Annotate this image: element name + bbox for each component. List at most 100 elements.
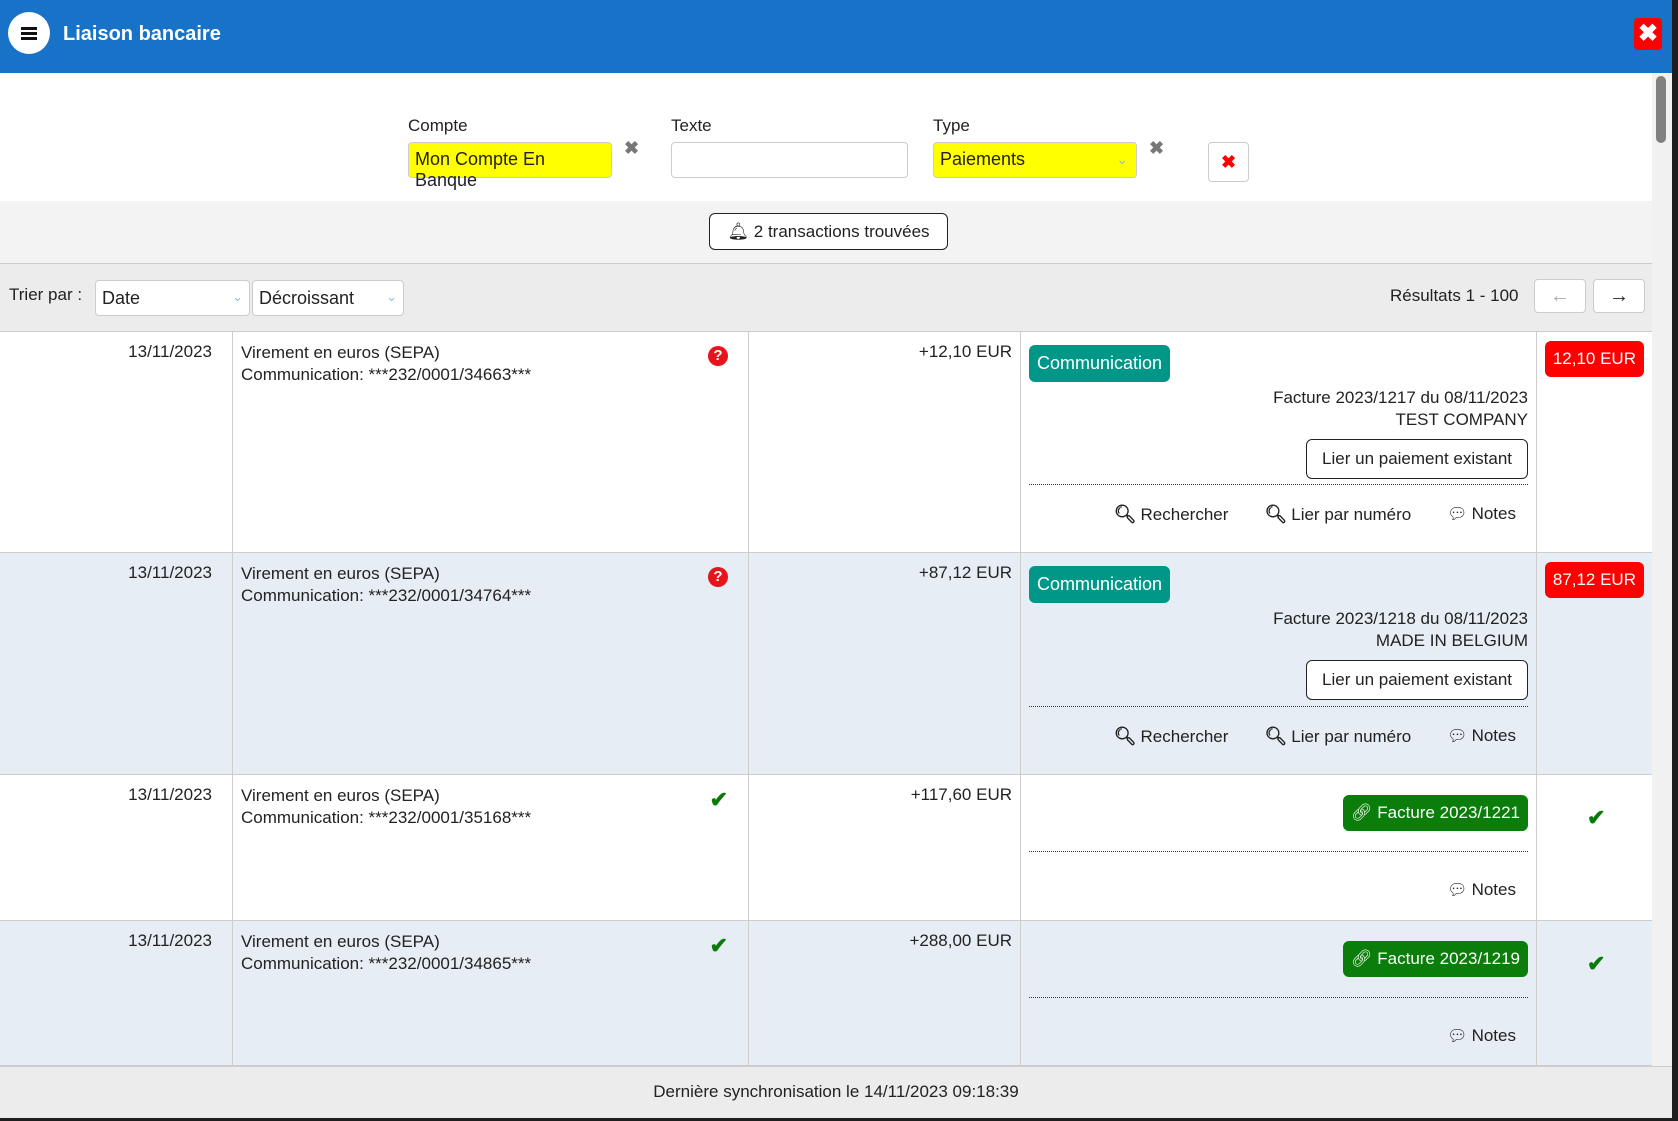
row-date: 13/11/2023 (0, 775, 233, 920)
page-title: Liaison bancaire (63, 23, 221, 45)
invoice-ref: Facture 2023/1218 du 08/11/2023 (1273, 609, 1528, 628)
remaining-amount-badge: 12,10 EUR (1544, 341, 1644, 377)
close-button[interactable]: ✖ (1634, 18, 1662, 50)
notes-button[interactable]: 💬︎ Notes (1447, 504, 1516, 525)
prev-page-button[interactable]: ← (1534, 279, 1586, 313)
close-icon: ✖ (1637, 20, 1659, 47)
type-clear-icon[interactable]: ✖ (1149, 138, 1164, 159)
sort-bar: Trier par : Date ⌄ Décroissant ⌄ Résultats… (0, 264, 1652, 332)
invoice-ref: Facture 2023/1217 du 08/11/2023 (1273, 388, 1528, 407)
scrollbar-thumb[interactable] (1656, 76, 1666, 143)
filter-panel: Compte Mon Compte En Banque ✖ Texte Type… (0, 73, 1652, 201)
sort-field-select[interactable]: Date ⌄ (95, 280, 250, 316)
check-icon: ✔ (709, 933, 728, 958)
divider (1029, 706, 1528, 707)
row-description: Virement en euros (SEPA) Communication: … (233, 921, 749, 1065)
notes-button[interactable]: 💬︎ Notes (1447, 880, 1516, 900)
account-select[interactable]: Mon Compte En Banque (408, 142, 612, 190)
row-desc-communication: Communication: ***232/0001/35168*** (241, 808, 532, 827)
search-icon: 🔍︎ (1264, 726, 1288, 746)
link-icon: 🔗︎ (1350, 949, 1373, 968)
count-label: 2 transactions trouvées (753, 222, 930, 241)
text-label: Texte (671, 116, 712, 135)
row-desc-title: Virement en euros (SEPA) (241, 564, 440, 583)
row-desc-communication: Communication: ***232/0001/34865*** (241, 954, 532, 973)
search-icon: 🔍︎ (1113, 726, 1137, 746)
search-icon: 🔍︎ (1264, 504, 1288, 524)
scrollbar[interactable] (1652, 73, 1672, 1066)
row-desc-title: Virement en euros (SEPA) (241, 343, 440, 362)
divider (1029, 484, 1528, 485)
arrow-right-icon: → (1609, 285, 1629, 307)
notes-button[interactable]: 💬︎ Notes (1447, 1026, 1516, 1046)
sort-order-select[interactable]: Décroissant ⌄ (252, 280, 404, 316)
row-action-links: 🔍︎ Rechercher 🔍︎ Lier par numéro 💬︎ Notes (1114, 504, 1516, 525)
row-desc-title: Virement en euros (SEPA) (241, 932, 440, 951)
check-icon: ✔ (1587, 951, 1606, 976)
row-status: 87,12 EUR (1537, 553, 1652, 774)
comment-icon: 💬︎ (1447, 882, 1468, 899)
bell-icon: 🔔︎ (727, 222, 750, 241)
row-date: 13/11/2023 (0, 921, 233, 1065)
linked-invoice-badge[interactable]: 🔗︎ Facture 2023/1219 (1342, 941, 1528, 977)
search-icon: 🔍︎ (1113, 504, 1137, 524)
link-icon: 🔗︎ (1350, 803, 1373, 822)
search-button[interactable]: 🔍︎ Rechercher (1114, 726, 1229, 747)
row-desc-communication: Communication: ***232/0001/34764*** (241, 586, 532, 605)
close-icon: ✖ (1220, 152, 1237, 172)
row-status: ✔ (1537, 921, 1652, 1065)
type-value: Paiements (940, 149, 1026, 169)
link-by-number-button[interactable]: 🔍︎ Lier par numéro (1264, 504, 1411, 525)
row-amount: +288,00 EUR (749, 921, 1021, 1065)
table-row: 13/11/2023 Virement en euros (SEPA) Comm… (0, 332, 1652, 553)
type-select[interactable]: Paiements ⌄ (933, 142, 1137, 178)
comment-icon: 💬︎ (1447, 1028, 1468, 1045)
account-label: Compte (408, 116, 468, 135)
table-row: 13/11/2023 Virement en euros (SEPA) Comm… (0, 921, 1652, 1066)
divider (1029, 851, 1528, 852)
linked-invoice-badge[interactable]: 🔗︎ Facture 2023/1221 (1342, 795, 1528, 831)
row-date: 13/11/2023 (0, 332, 233, 552)
row-actions: 🔗︎ Facture 2023/1219 💬︎ Notes (1021, 921, 1537, 1065)
row-date: 13/11/2023 (0, 553, 233, 774)
row-amount: +117,60 EUR (749, 775, 1021, 920)
sort-order-value: Décroissant (259, 288, 355, 308)
reset-filters-button[interactable]: ✖ (1208, 142, 1249, 182)
row-amount: +87,12 EUR (749, 553, 1021, 774)
link-by-number-button[interactable]: 🔍︎ Lier par numéro (1264, 726, 1411, 747)
text-input[interactable] (671, 142, 908, 178)
sync-footer: Dernière synchronisation le 14/11/2023 0… (0, 1066, 1672, 1118)
account-clear-icon[interactable]: ✖ (624, 138, 639, 159)
notes-button[interactable]: 💬︎ Notes (1447, 726, 1516, 747)
row-desc-communication: Communication: ***232/0001/34663*** (241, 365, 532, 384)
table-row: 13/11/2023 Virement en euros (SEPA) Comm… (0, 553, 1652, 775)
chevron-down-icon: ⌄ (1116, 151, 1128, 167)
app-window: Liaison bancaire ✖ Compte Mon Compte En … (0, 0, 1672, 1118)
results-range: Résultats 1 - 100 (1390, 286, 1519, 305)
transactions-list: 13/11/2023 Virement en euros (SEPA) Comm… (0, 332, 1652, 1066)
check-icon: ✔ (1587, 805, 1606, 830)
sort-label: Trier par : (9, 285, 83, 304)
app-header: Liaison bancaire ✖ (0, 0, 1672, 73)
link-existing-payment-button[interactable]: Lier un paiement existant (1306, 660, 1528, 700)
invoice-suggestion: Facture 2023/1217 du 08/11/2023 TEST COM… (1273, 387, 1528, 431)
menu-button[interactable] (8, 12, 50, 54)
row-amount: +12,10 EUR (749, 332, 1021, 552)
next-page-button[interactable]: → (1593, 279, 1645, 313)
invoice-client: MADE IN BELGIUM (1375, 631, 1528, 650)
chevron-down-icon: ⌄ (232, 289, 243, 304)
row-status: ✔ (1537, 775, 1652, 920)
chevron-down-icon: ⌄ (386, 289, 397, 304)
communication-badge: Communication (1029, 345, 1171, 382)
question-icon: ? (708, 567, 728, 587)
invoice-client: TEST COMPANY (1395, 410, 1528, 429)
row-action-links: 💬︎ Notes (1447, 1026, 1516, 1046)
type-label: Type (933, 116, 970, 135)
row-action-links: 💬︎ Notes (1447, 880, 1516, 900)
communication-badge: Communication (1029, 566, 1171, 603)
link-existing-payment-button[interactable]: Lier un paiement existant (1306, 439, 1528, 479)
row-description: Virement en euros (SEPA) Communication: … (233, 553, 749, 774)
row-actions: Communication Facture 2023/1218 du 08/11… (1021, 553, 1537, 774)
search-button[interactable]: 🔍︎ Rechercher (1114, 504, 1229, 525)
transactions-count-button[interactable]: 🔔︎ 2 transactions trouvées (709, 213, 948, 250)
